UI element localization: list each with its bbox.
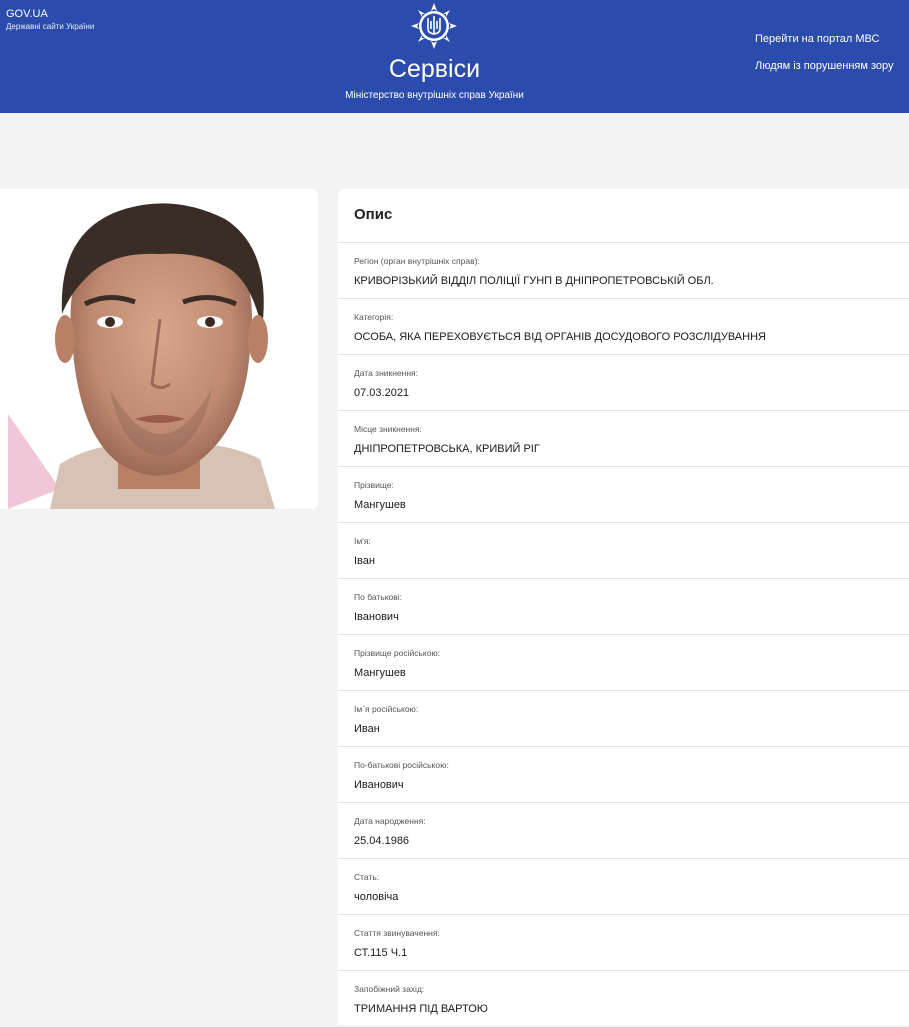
- field-row: Дата народження: 25.04.1986: [338, 802, 909, 859]
- field-row: Прізвище російською: Мангушев: [338, 634, 909, 691]
- field-label: Регіон (орган внутрішніх справ):: [354, 256, 480, 266]
- field-row: По-батькові російською: Иванович: [338, 746, 909, 803]
- description-card: Опис Регіон (орган внутрішніх справ): КРИ…: [338, 189, 909, 1025]
- field-value: ДНІПРОПЕТРОВСЬКА, КРИВИЙ РІГ: [354, 443, 540, 455]
- field-row: Стаття звинувачення: СТ.115 Ч.1: [338, 914, 909, 971]
- field-label: Прізвище російською:: [354, 648, 441, 658]
- field-value: ТРИМАННЯ ПІД ВАРТОЮ: [354, 1003, 488, 1015]
- field-row: Стать: чоловіча: [338, 858, 909, 915]
- ministry-subtitle: Міністерство внутрішніх справ України: [345, 90, 524, 101]
- visually-impaired-link[interactable]: Людям із порушенням зору: [755, 59, 894, 73]
- field-value: ОСОБА, ЯКА ПЕРЕХОВУЄТЬСЯ ВІД ОРГАНІВ ДОС…: [354, 331, 766, 343]
- field-label: По батькові:: [354, 592, 403, 602]
- field-row: Регіон (орган внутрішніх справ): КРИВОРІЗ…: [338, 242, 909, 299]
- field-value: Иванович: [354, 779, 404, 791]
- gov-ua-title: GOV.UA: [6, 8, 48, 20]
- field-row: Ім`я російською: Иван: [338, 690, 909, 747]
- gov-ua-subtitle: Державні сайти України: [6, 22, 95, 31]
- person-photo-card: [0, 189, 318, 509]
- site-header: GOV.UA Державні сайти України Сервіси Мі…: [0, 0, 909, 113]
- field-value: Мангушев: [354, 499, 406, 511]
- field-value: КРИВОРІЗЬКИЙ ВІДДІЛ ПОЛІЦІЇ ГУНП В ДНІПР…: [354, 275, 714, 287]
- field-label: Ім'я:: [354, 536, 371, 546]
- field-label: Стаття звинувачення:: [354, 928, 440, 938]
- field-label: Стать:: [354, 872, 380, 882]
- field-label: Категорія:: [354, 312, 394, 322]
- police-emblem-icon[interactable]: [411, 3, 457, 49]
- field-row: Місце зникнення: ДНІПРОПЕТРОВСЬКА, КРИВИЙ…: [338, 410, 909, 467]
- portal-mvs-link[interactable]: Перейти на портал МВС: [755, 32, 879, 46]
- field-value: Іванович: [354, 611, 399, 623]
- gov-ua-link[interactable]: GOV.UA Державні сайти України: [6, 8, 94, 32]
- field-label: Прізвище:: [354, 480, 394, 490]
- field-value: Иван: [354, 723, 380, 735]
- field-value: чоловіча: [354, 891, 399, 903]
- field-label: Запобіжний захід:: [354, 984, 425, 994]
- field-value: 25.04.1986: [354, 835, 410, 847]
- description-title: Опис: [354, 206, 393, 223]
- field-row: Категорія: ОСОБА, ЯКА ПЕРЕХОВУЄТЬСЯ ВІД О…: [338, 298, 909, 355]
- field-value: 07.03.2021: [354, 387, 410, 399]
- field-value: Мангушев: [354, 667, 406, 679]
- field-value: Іван: [354, 555, 375, 567]
- field-label: Дата народження:: [354, 816, 426, 826]
- site-title[interactable]: Сервіси: [0, 52, 869, 86]
- field-label: Ім`я російською:: [354, 704, 419, 714]
- field-row: Дата зникнення: 07.03.2021: [338, 354, 909, 411]
- field-row: Ім'я: Іван: [338, 522, 909, 579]
- field-row: Прізвище: Мангушев: [338, 466, 909, 523]
- field-row: Запобіжний захід: ТРИМАННЯ ПІД ВАРТОЮ: [338, 970, 909, 1027]
- field-value: СТ.115 Ч.1: [354, 947, 408, 959]
- field-label: Місце зникнення:: [354, 424, 422, 434]
- person-photo: [0, 189, 318, 509]
- field-label: По-батькові російською:: [354, 760, 449, 770]
- field-label: Дата зникнення:: [354, 368, 419, 378]
- field-row: По батькові: Іванович: [338, 578, 909, 635]
